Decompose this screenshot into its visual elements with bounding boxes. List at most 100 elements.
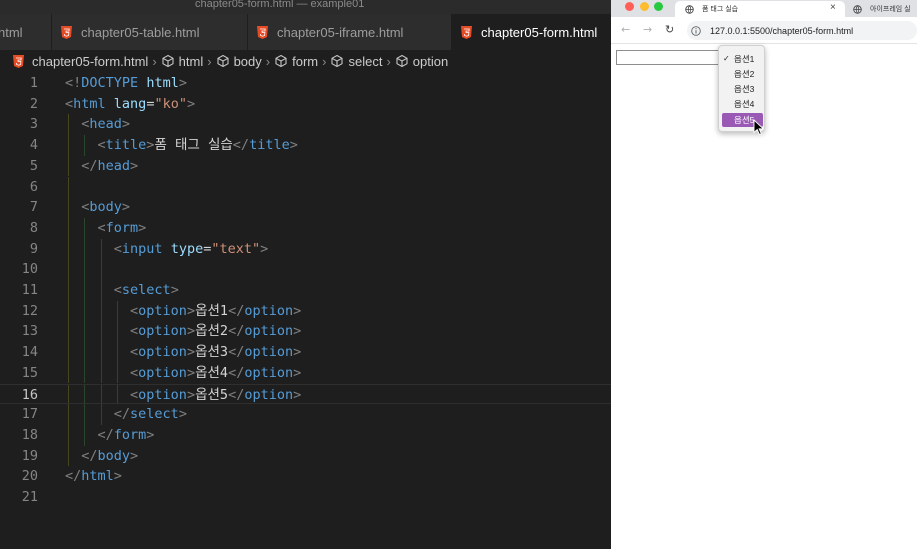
code-text: </head> xyxy=(65,156,138,177)
select-option[interactable]: 옵션3 xyxy=(722,82,763,96)
info-icon[interactable] xyxy=(691,25,701,36)
tab-chapter05-iframe[interactable]: chapter05-iframe.html xyxy=(248,14,452,50)
code-line[interactable]: 3 <head> xyxy=(0,114,611,136)
code-token: form xyxy=(105,219,139,236)
page-viewport: ✓ 옵션1 옵션2 옵션3 옵션4 옵션5 xyxy=(611,44,917,549)
back-button[interactable]: ← xyxy=(621,23,630,37)
code-token: </ xyxy=(228,364,245,381)
code-line[interactable]: 21 xyxy=(0,487,611,508)
breadcrumb-option[interactable]: option xyxy=(395,54,448,69)
tab-chapter05-table[interactable]: chapter05-table.html xyxy=(52,14,248,50)
code-text: <title>폼 태그 실습</title> xyxy=(65,135,298,156)
code-line[interactable]: 17 </select> xyxy=(0,404,611,425)
code-token: < xyxy=(130,323,139,340)
breadcrumb-label: select xyxy=(348,53,383,69)
forward-button[interactable]: → xyxy=(643,23,652,37)
option-label: 옵션1 xyxy=(734,54,755,64)
code-line[interactable]: 18 </form> xyxy=(0,424,611,446)
code-line[interactable]: 12 <option>옵션1</option> xyxy=(0,300,611,322)
browser-tab-iframe[interactable]: 아이프레임 실 xyxy=(849,1,917,17)
breadcrumb-form[interactable]: form xyxy=(274,54,318,69)
code-token: option xyxy=(138,344,187,361)
code-token: html xyxy=(73,95,106,112)
code-line[interactable]: 11 <select> xyxy=(0,280,611,301)
option-label: 옵션4 xyxy=(734,99,755,109)
address-bar[interactable]: 127.0.0.1:5500/chapter05-form.html xyxy=(687,21,917,40)
tab-html[interactable]: html xyxy=(0,14,52,50)
close-tab-icon[interactable]: × xyxy=(830,2,836,14)
browser-tab-bar: 폼 태그 실습 × 아이프레임 실 xyxy=(611,0,917,17)
browser-window: 폼 태그 실습 × 아이프레임 실 ← → ↻ 127.0.0.1:5500/c… xyxy=(611,0,917,549)
code-text: <option>옵션1</option> xyxy=(65,301,301,322)
code-area[interactable]: 1 <!DOCTYPE html> 2 <html lang="ko"> 3 <head… xyxy=(0,73,611,549)
code-line[interactable]: 16 <option>옵션5</option> xyxy=(0,383,611,405)
code-text: <option>옵션3</option> xyxy=(65,342,301,363)
url-text: 127.0.0.1:5500/chapter05-form.html xyxy=(710,25,854,36)
code-line[interactable]: 8 <form> xyxy=(0,217,611,239)
breadcrumb-select[interactable]: select xyxy=(330,54,382,69)
breadcrumb-html[interactable]: html xyxy=(161,54,203,69)
minimize-window-button[interactable] xyxy=(640,2,649,11)
code-token: </ xyxy=(81,157,98,174)
maximize-window-button[interactable] xyxy=(654,2,663,11)
code-line[interactable]: 9 <input type="text"> xyxy=(0,238,611,260)
code-token: < xyxy=(97,137,106,154)
code-token: < xyxy=(113,240,122,257)
line-number: 19 xyxy=(21,447,38,464)
editor-title-bar: chapter05-form.html — example01 xyxy=(0,0,611,14)
code-token: body xyxy=(89,199,122,216)
code-text: <body> xyxy=(65,197,130,218)
code-token: > xyxy=(121,199,131,216)
code-line[interactable]: 13 <option>옵션2</option> xyxy=(0,321,611,343)
code-token: < xyxy=(130,302,139,319)
breadcrumb-label: option xyxy=(412,53,449,69)
code-token: select xyxy=(121,282,171,298)
code-line[interactable]: 15 <option>옵션4</option> xyxy=(0,362,611,384)
line-number: 11 xyxy=(21,282,38,298)
tab-label: html xyxy=(0,24,23,40)
line-number: 17 xyxy=(21,406,38,423)
chevron-right-icon: › xyxy=(386,53,391,69)
globe-icon xyxy=(685,4,694,14)
code-line[interactable]: 20 </html> xyxy=(0,466,611,487)
code-line[interactable]: 2 <html lang="ko"> xyxy=(0,94,611,115)
code-line[interactable]: 6 xyxy=(0,176,611,198)
breadcrumb-file[interactable]: chapter05-form.html xyxy=(13,54,148,69)
select-option[interactable]: ✓ 옵션1 xyxy=(722,52,763,66)
select-option[interactable]: 옵션4 xyxy=(722,97,763,111)
line-number: 13 xyxy=(21,323,38,340)
line-number: 9 xyxy=(29,240,38,257)
line-number: 18 xyxy=(21,426,38,443)
code-line[interactable]: 10 xyxy=(0,259,611,280)
option-label: 옵션3 xyxy=(734,84,755,94)
chevron-right-icon: › xyxy=(265,53,271,69)
code-line[interactable]: 19 </body> xyxy=(0,445,611,467)
code-token: > xyxy=(186,323,196,340)
mouse-cursor-icon xyxy=(753,119,763,135)
code-text: <html lang="ko"> xyxy=(65,94,195,115)
select-option[interactable]: 옵션2 xyxy=(722,67,763,81)
browser-tab-form[interactable]: 폼 태그 실습 xyxy=(675,1,845,17)
code-line[interactable]: 1 <!DOCTYPE html> xyxy=(0,73,611,94)
code-line[interactable]: 4 <title>폼 태그 실습</title> xyxy=(0,135,611,156)
option-label: 옵션5 xyxy=(734,115,755,125)
code-token: > xyxy=(186,302,196,319)
code-line[interactable]: 7 <body> xyxy=(0,197,611,218)
code-token: <! xyxy=(65,75,82,91)
close-window-button[interactable] xyxy=(625,2,634,11)
tab-chapter05-form[interactable]: chapter05-form.html xyxy=(452,14,611,50)
reload-button[interactable]: ↻ xyxy=(665,23,674,37)
code-token: > xyxy=(293,323,302,340)
code-text: </form> xyxy=(65,425,155,446)
code-line[interactable]: 14 <option>옵션3</option> xyxy=(0,342,611,363)
code-token: > xyxy=(178,75,187,91)
text-input[interactable] xyxy=(616,50,720,65)
code-line[interactable]: 5 </head> xyxy=(0,155,611,177)
breadcrumb-body[interactable]: body xyxy=(216,54,262,69)
code-token: 옵션1 xyxy=(195,302,229,319)
code-token: option xyxy=(244,364,294,381)
code-token: > xyxy=(178,406,187,423)
